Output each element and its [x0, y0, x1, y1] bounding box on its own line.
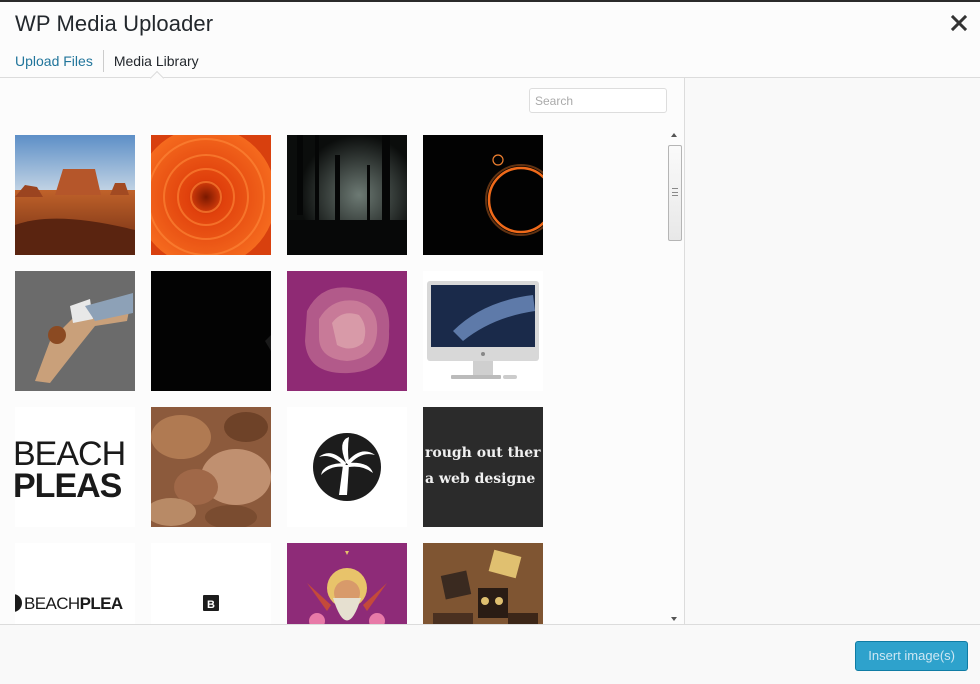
- attachment-desert-mesa[interactable]: [15, 135, 135, 255]
- beach-please-wordmark-image: BEACHPLEA: [15, 543, 135, 624]
- palm-tree-logo-image: [287, 407, 407, 527]
- eclipse-ring-image: [423, 135, 543, 255]
- media-modal: WP Media Uploader Upload Files Media Lib…: [0, 0, 980, 684]
- logo-text-pleas: PLEAS: [15, 467, 122, 505]
- desert-mesa-image: [15, 135, 135, 255]
- photo-text-line-1: rough out ther: [425, 445, 541, 461]
- black-image: [151, 271, 271, 391]
- attachment-breakdancer[interactable]: [15, 271, 135, 391]
- close-icon[interactable]: [948, 12, 970, 34]
- attachment-imac[interactable]: [423, 271, 543, 391]
- insert-images-button[interactable]: Insert image(s): [855, 641, 968, 671]
- modal-toolbar: Insert image(s): [0, 624, 980, 684]
- top-edge: [0, 0, 980, 2]
- dark-forest-image: [287, 135, 407, 255]
- brown-blur-image: [151, 407, 271, 527]
- attachment-web-designer-text[interactable]: rough out ther a web designe: [423, 407, 543, 527]
- grid-scrollbar[interactable]: [666, 130, 684, 624]
- attachment-black[interactable]: [151, 271, 271, 391]
- bearded-warrior-illustration-image: [287, 543, 407, 624]
- svg-text:BEACHPLEA: BEACHPLEA: [24, 594, 123, 613]
- attachment-b-icon[interactable]: B: [151, 543, 271, 624]
- media-library-content: BEACH PLEAS: [0, 78, 684, 624]
- wordmark-text-bold: PLEA: [80, 594, 123, 613]
- b-icon-image: B: [151, 543, 271, 624]
- photo-text-line-2: a web designe: [425, 471, 535, 487]
- attachment-robots-illustration[interactable]: [423, 543, 543, 624]
- breakdancer-image: [15, 271, 135, 391]
- attachment-beach-please-logo[interactable]: BEACH PLEAS: [15, 407, 135, 527]
- attachment-bearded-warrior[interactable]: [287, 543, 407, 624]
- search-input[interactable]: [529, 88, 667, 113]
- web-designer-text-image: rough out ther a web designe: [423, 407, 543, 527]
- pink-blob-image: [287, 271, 407, 391]
- b-icon-letter: B: [207, 599, 215, 611]
- scroll-up-arrow-icon[interactable]: [671, 133, 677, 137]
- tab-upload-files[interactable]: Upload Files: [0, 48, 103, 74]
- attachment-details-sidebar: [684, 78, 980, 624]
- attachment-orange-dahlia[interactable]: [151, 135, 271, 255]
- attachment-pink-blob[interactable]: [287, 271, 407, 391]
- beach-please-logo-image: BEACH PLEAS: [15, 407, 135, 527]
- attachment-palm-tree-logo[interactable]: [287, 407, 407, 527]
- router-tabs: Upload Files Media Library: [0, 44, 209, 78]
- grip-icon: [672, 188, 678, 196]
- attachment-brown-blur[interactable]: [151, 407, 271, 527]
- scrollbar-thumb[interactable]: [668, 145, 682, 241]
- attachment-dark-forest[interactable]: [287, 135, 407, 255]
- attachment-eclipse-ring[interactable]: [423, 135, 543, 255]
- imac-image: [423, 271, 543, 391]
- robots-illustration-image: [423, 543, 543, 624]
- modal-title: WP Media Uploader: [15, 11, 214, 36]
- wordmark-text-light: BEACH: [24, 594, 80, 613]
- scroll-down-arrow-icon[interactable]: [671, 617, 677, 621]
- attachment-beach-please-wordmark[interactable]: BEACHPLEA: [15, 543, 135, 624]
- orange-dahlia-image: [151, 135, 271, 255]
